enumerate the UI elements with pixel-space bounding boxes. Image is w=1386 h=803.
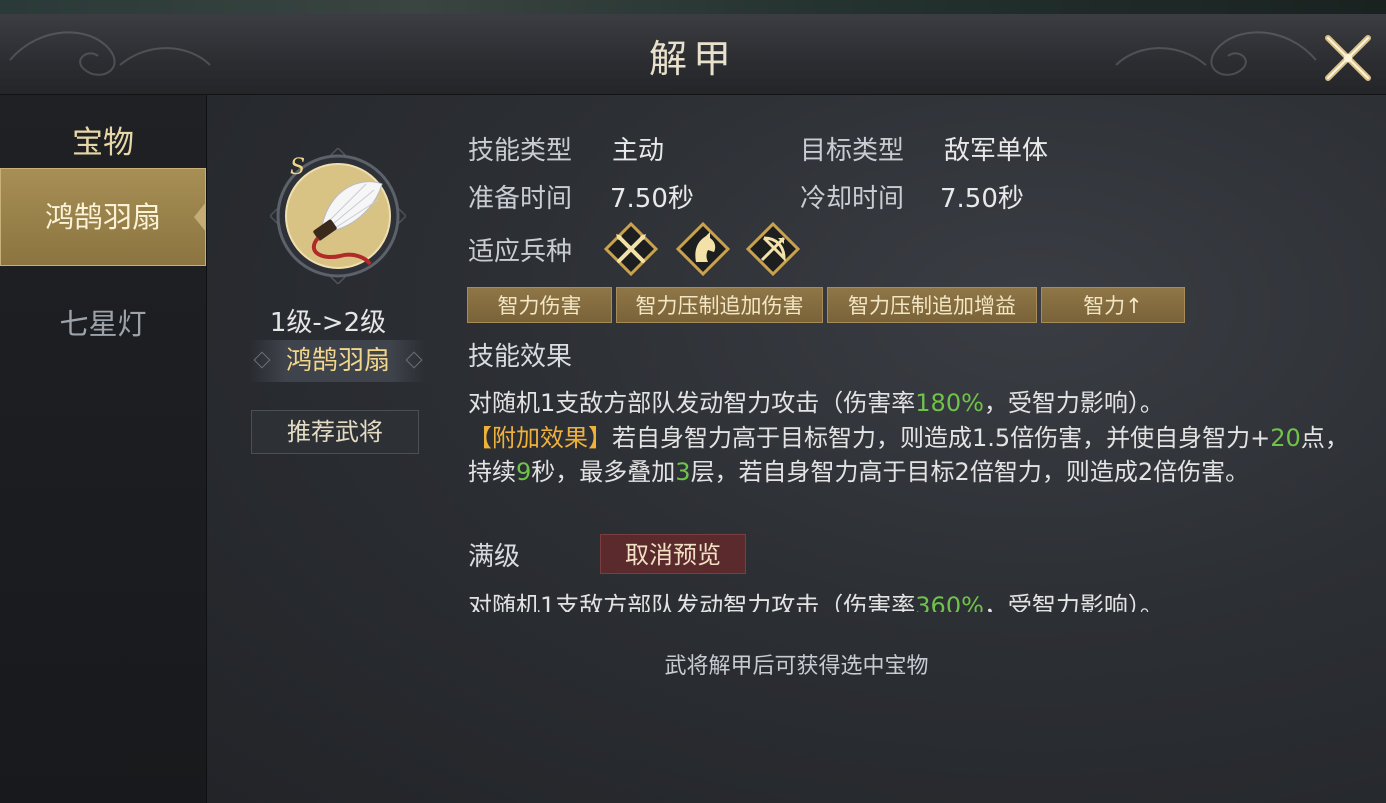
footer-hint: 武将解甲后可获得选中宝物 [664,654,929,679]
skill-tag: 智力压制追加增益 [827,287,1037,323]
target-type-value: 敌军单体 [944,136,1049,166]
diamond-ornament-icon [253,351,271,369]
crossed-spears-icon [604,222,658,276]
skill-effect-description: 对随机1支敌方部队发动智力攻击（伤害率180%，受智力影响）。 【附加效果】若自… [468,386,1358,490]
damage-rate-value: 180% [915,389,984,417]
skill-tag: 智力↑ [1041,287,1185,323]
duration-value: 9 [516,458,532,486]
max-damage-rate-value: 360% [915,592,984,612]
bow-icon [746,222,800,276]
prep-time-value: 7.50秒 [610,184,694,214]
diamond-ornament-icon [405,351,423,369]
effect-text: 秒，最多叠加 [531,458,676,486]
skill-type-label: 技能类型 [468,136,573,166]
effect-text: 层，若自身智力高于目标2倍智力，则造成2倍伤害。 [690,458,1250,486]
item-portrait: S [270,148,406,284]
cooldown-label: 冷却时间 [800,184,905,214]
extra-effect-tag: 【附加效果】 [468,423,612,452]
item-name: 鸿鹄羽扇 [285,346,390,376]
stack-value: 3 [675,458,691,486]
grade-badge: S [290,155,305,180]
target-type-label: 目标类型 [800,136,905,166]
effect-text: 对随机1支敌方部队发动智力攻击（伤害率 [468,592,916,612]
window-title: 解甲 [648,37,737,81]
sidebar-header: 宝物 [72,125,134,161]
effect-section-title: 技能效果 [468,342,573,372]
close-icon[interactable] [1320,30,1376,86]
skill-tag: 智力压制追加伤害 [616,287,823,323]
effect-text: ，受智力影响）。 [983,592,1164,612]
cooldown-value: 7.50秒 [940,184,1024,214]
level-upgrade-text: 1级->2级 [269,308,387,338]
title-bar: 解甲 [0,14,1386,95]
sidebar-item-label: 鸿鹄羽扇 [44,200,161,234]
troop-types-label: 适应兵种 [468,237,573,267]
effect-text: 对随机1支敌方部队发动智力攻击（伤害率 [468,389,916,417]
sidebar-item-hongu-fan[interactable]: 鸿鹄羽扇 [0,168,206,266]
top-strip [0,0,1386,14]
effect-text: 若自身智力高于目标智力，则造成1.5倍伤害，并使自身智力+ [612,423,1271,452]
item-name-tag: 鸿鹄羽扇 [250,340,426,382]
recommend-general-button[interactable]: 推荐武将 [251,410,419,454]
effect-text: ，受智力影响）。 [983,389,1164,417]
max-level-effect-description: 对随机1支敌方部队发动智力攻击（伤害率360%，受智力影响）。 [468,586,1358,612]
skill-tag: 智力伤害 [467,287,612,323]
sidebar: 宝物 鸿鹄羽扇 七星灯 [0,95,207,803]
horse-head-icon [676,222,730,276]
intelligence-bonus-value: 20 [1270,423,1301,452]
sidebar-item-label: 七星灯 [59,307,147,341]
sidebar-item-seven-star-lamp[interactable]: 七星灯 [0,275,206,373]
cancel-preview-button[interactable]: 取消预览 [600,534,746,574]
prep-time-label: 准备时间 [468,184,573,214]
skill-type-value: 主动 [612,136,665,166]
max-level-label: 满级 [468,542,521,572]
selection-notch-icon [194,202,206,232]
